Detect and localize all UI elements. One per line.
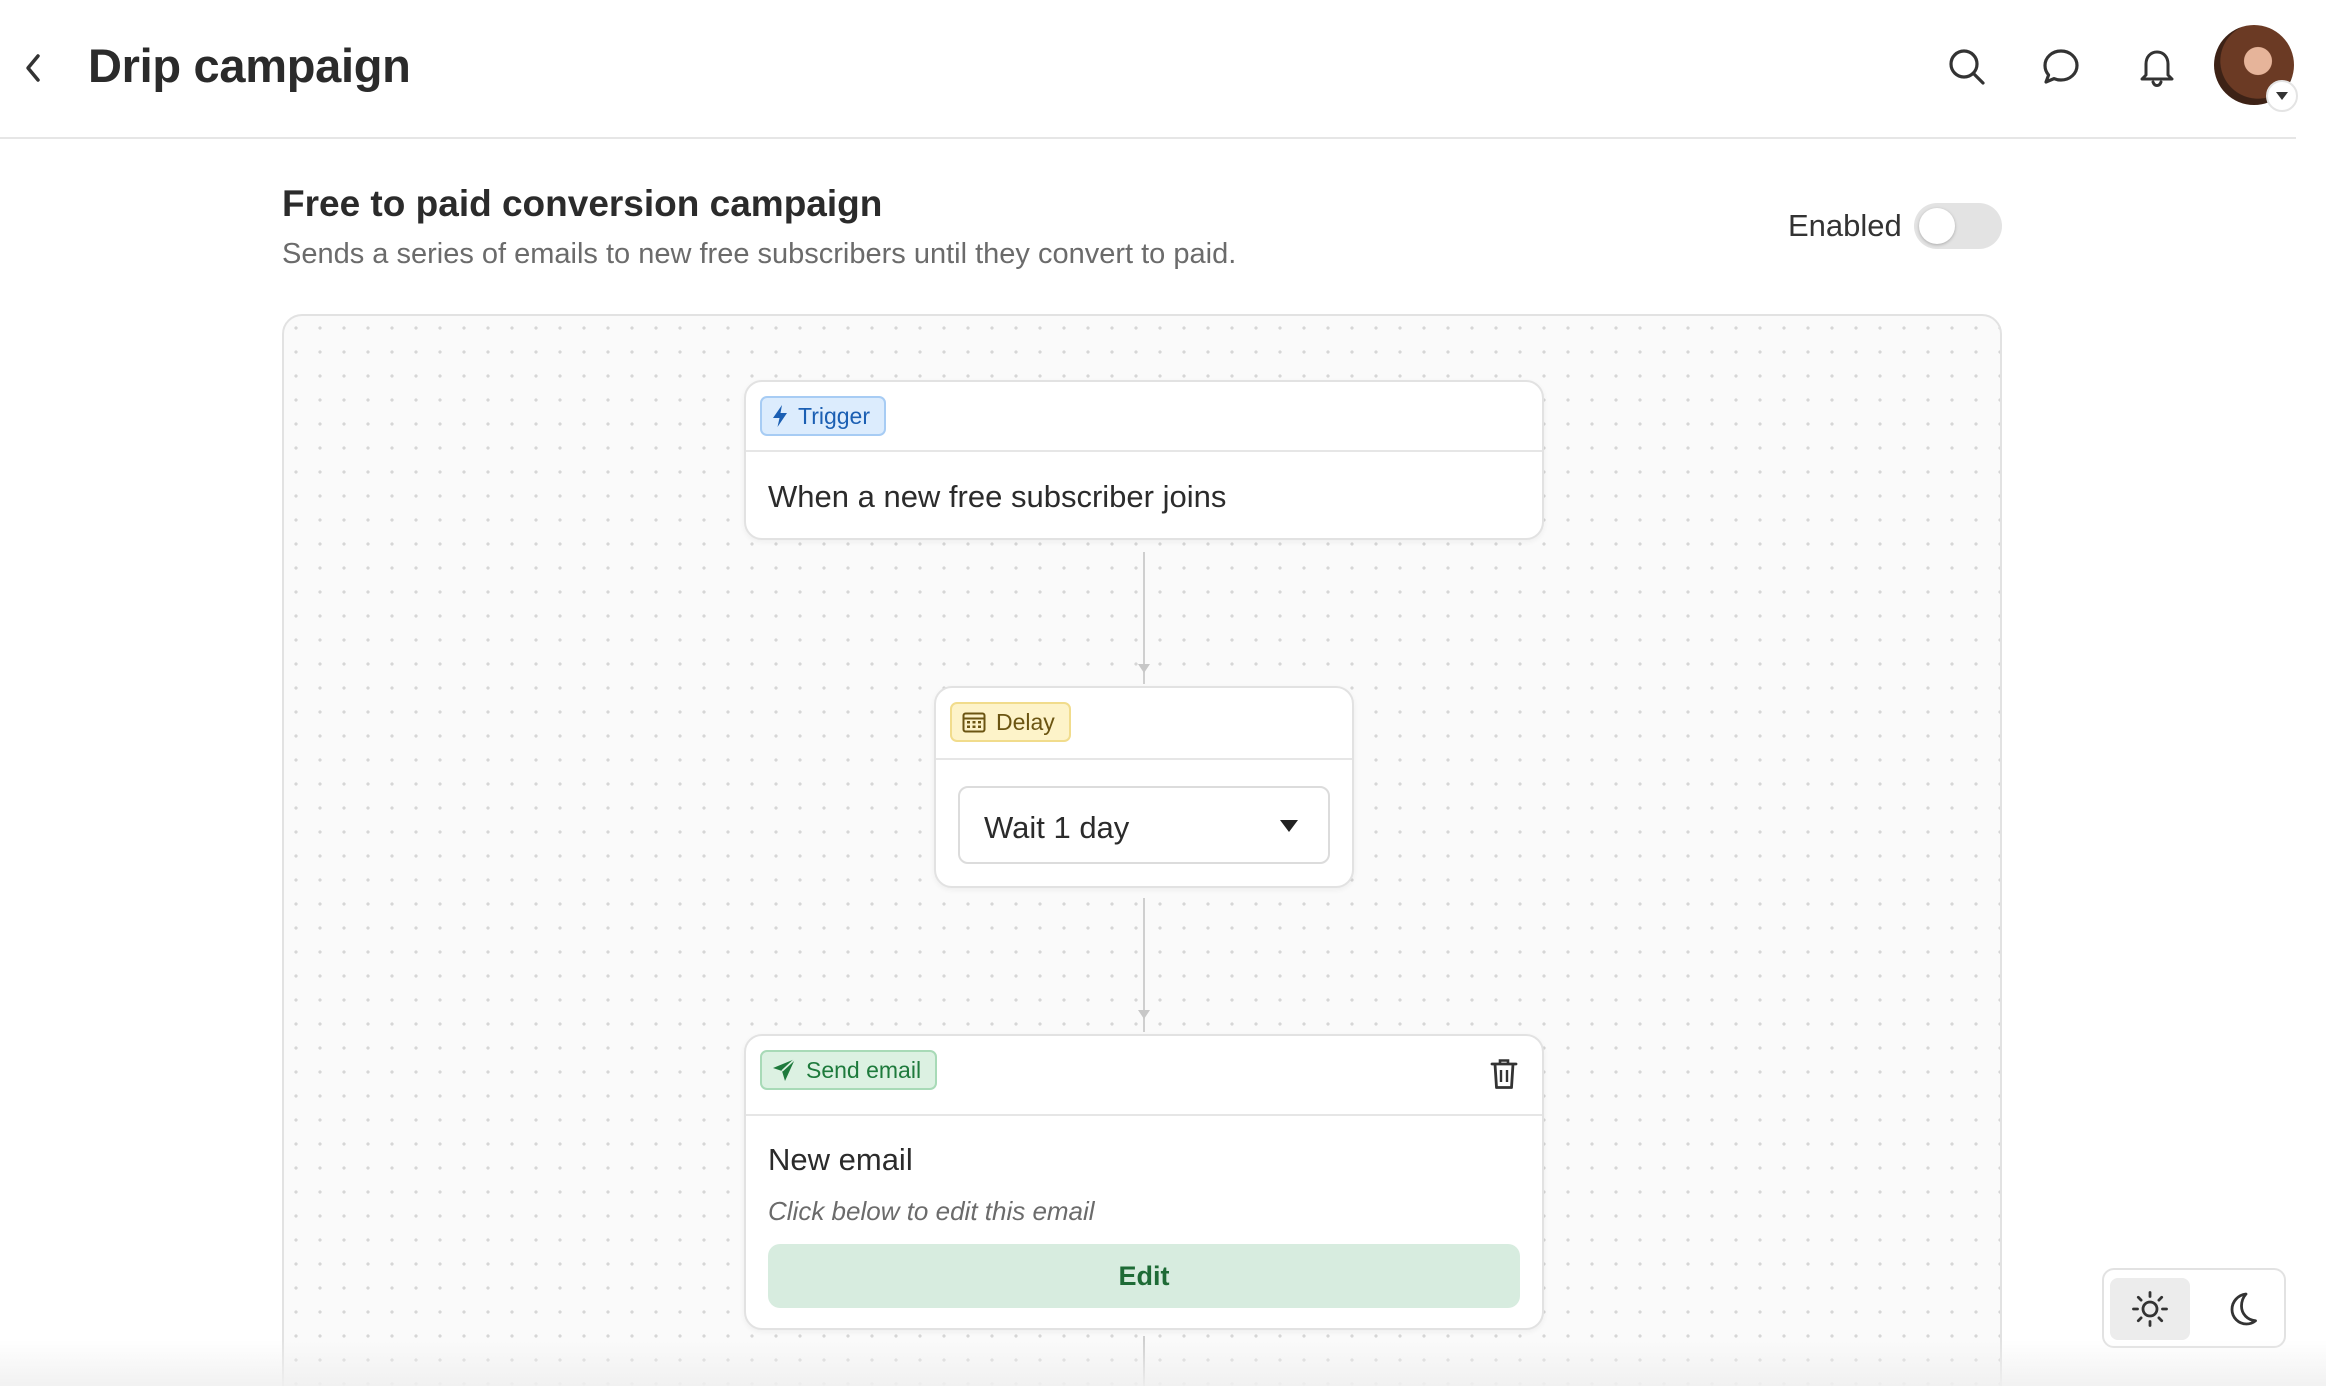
search-button[interactable] bbox=[1940, 40, 1994, 94]
email-title: New email bbox=[768, 1142, 913, 1177]
trigger-text: When a new free subscriber joins bbox=[768, 479, 1227, 514]
send-email-node[interactable]: Send email New email Click below to edit… bbox=[744, 1034, 1544, 1330]
chevron-left-icon bbox=[26, 54, 40, 82]
calendar-icon bbox=[962, 712, 986, 733]
send-email-badge: Send email bbox=[760, 1050, 938, 1090]
connector-email-next bbox=[1143, 1336, 1145, 1386]
campaign-title: Free to paid conversion campaign bbox=[282, 183, 883, 224]
toggle-knob bbox=[1919, 208, 1955, 244]
dark-theme-button[interactable] bbox=[2200, 1278, 2280, 1340]
trigger-node[interactable]: Trigger When a new free subscriber joins bbox=[744, 380, 1544, 540]
campaign-description: Sends a series of emails to new free sub… bbox=[282, 238, 1237, 270]
email-subtitle: Click below to edit this email bbox=[768, 1196, 1095, 1226]
page-title: Drip campaign bbox=[88, 39, 411, 92]
trigger-badge-label: Trigger bbox=[798, 402, 870, 429]
enabled-label: Enabled bbox=[1788, 208, 1902, 243]
lightning-icon bbox=[773, 405, 787, 427]
delay-node[interactable]: Delay Wait 1 day bbox=[934, 686, 1354, 888]
trigger-node-header: Trigger bbox=[746, 382, 1542, 452]
send-email-badge-label: Send email bbox=[806, 1056, 922, 1083]
delete-step-button[interactable] bbox=[1486, 1056, 1522, 1092]
trash-icon bbox=[1490, 1059, 1518, 1089]
edit-email-button[interactable]: Edit bbox=[768, 1244, 1520, 1308]
bell-icon bbox=[2140, 50, 2174, 88]
flow-canvas[interactable]: Trigger When a new free subscriber joins… bbox=[282, 314, 2002, 1386]
delay-badge: Delay bbox=[950, 702, 1071, 742]
sun-icon bbox=[2132, 1291, 2168, 1327]
paper-plane-icon bbox=[773, 1058, 796, 1081]
notifications-button[interactable] bbox=[2130, 40, 2184, 94]
caret-down-icon bbox=[2276, 92, 2288, 100]
connector-arrow bbox=[1138, 664, 1150, 673]
chat-bubble-icon bbox=[2043, 49, 2079, 84]
account-menu-button[interactable] bbox=[2266, 80, 2298, 112]
trigger-badge: Trigger bbox=[760, 396, 886, 436]
connector-arrow bbox=[1138, 1010, 1150, 1019]
theme-switch bbox=[2102, 1268, 2286, 1348]
delay-badge-label: Delay bbox=[996, 708, 1055, 735]
delay-select-value: Wait 1 day bbox=[984, 810, 1130, 845]
top-bar: Drip campaign bbox=[0, 0, 2298, 139]
back-button[interactable] bbox=[18, 48, 48, 88]
caret-down-icon bbox=[1280, 820, 1298, 832]
send-email-node-header: Send email bbox=[746, 1036, 1542, 1116]
search-icon bbox=[1949, 49, 1985, 85]
enabled-toggle[interactable] bbox=[1914, 203, 2002, 249]
delay-node-header: Delay bbox=[936, 688, 1352, 760]
light-theme-button[interactable] bbox=[2110, 1278, 2190, 1340]
delay-select[interactable]: Wait 1 day bbox=[958, 786, 1330, 864]
moon-icon bbox=[2230, 1292, 2257, 1326]
messages-button[interactable] bbox=[2034, 40, 2088, 94]
